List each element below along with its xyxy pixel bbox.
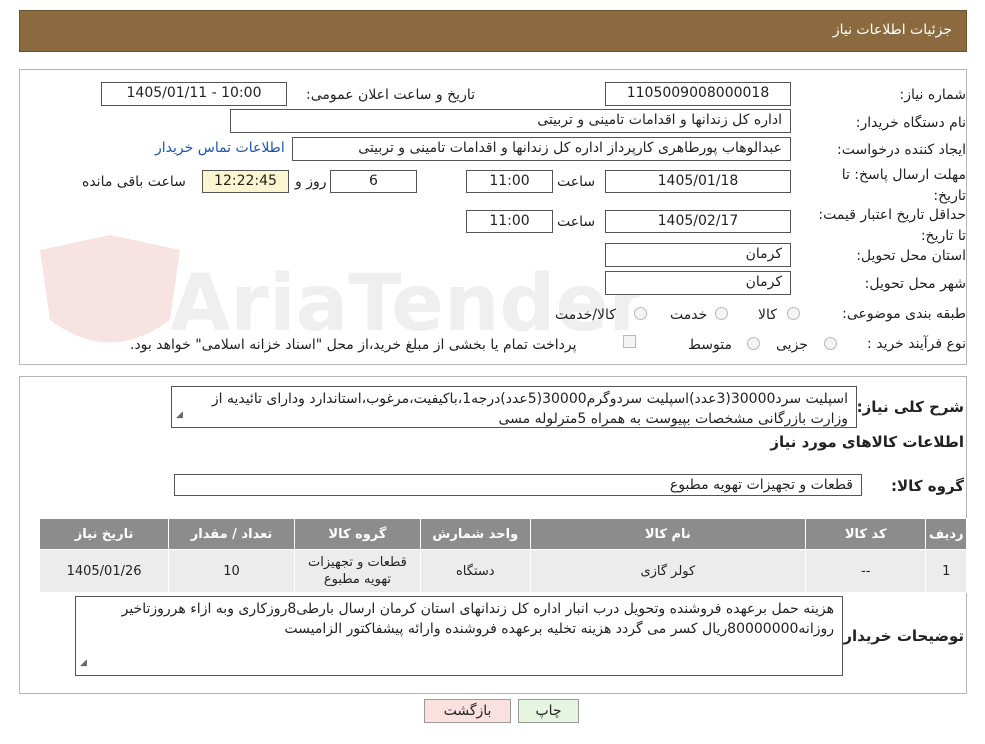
- creator-label: ایجاد کننده درخواست:: [837, 142, 966, 158]
- validity-date-field: 1405/02/17: [605, 210, 791, 233]
- goods-group-label: گروه کالا:: [891, 477, 964, 495]
- page-header: جزئیات اطلاعات نیاز: [19, 10, 967, 52]
- category-radio-goods[interactable]: [787, 307, 800, 320]
- process-radio-minor[interactable]: [824, 337, 837, 350]
- category-radio-service[interactable]: [715, 307, 728, 320]
- col-row-number: ردیف: [925, 518, 967, 550]
- buyer-contact-link[interactable]: اطلاعات تماس خریدار: [155, 140, 285, 156]
- reply-time-label: ساعت: [557, 174, 596, 190]
- col-item-name: نام کالا: [529, 518, 806, 550]
- reply-date-field: 1405/01/18: [605, 170, 791, 193]
- cell-need-date: 1405/01/26: [38, 549, 170, 593]
- cell-quantity: 10: [168, 549, 295, 593]
- cell-unit: دستگاه: [419, 549, 531, 593]
- process-option-minor: جزیی: [776, 337, 808, 353]
- remaining-time-field: 12:22:45: [202, 170, 289, 193]
- announce-label: تاریخ و ساعت اعلان عمومی:: [306, 87, 475, 103]
- buyer-org-label: نام دستگاه خریدار:: [855, 115, 966, 131]
- validity-label: حداقل تاریخ اعتبار قیمت: تا تاریخ:: [818, 207, 966, 244]
- col-unit: واحد شمارش: [419, 518, 531, 550]
- category-label: طبقه بندی موضوعی:: [842, 306, 966, 322]
- need-number-field: 1105009008000018: [605, 82, 791, 106]
- validity-time-label: ساعت: [557, 214, 596, 230]
- treasury-payment-checkbox[interactable]: [623, 335, 636, 348]
- goods-group-field: قطعات و تجهیزات تهویه مطبوع: [174, 474, 862, 496]
- remaining-label: ساعت باقی مانده: [82, 174, 186, 190]
- province-label: استان محل تحویل:: [856, 248, 966, 264]
- goods-info-title: اطلاعات کالاهای مورد نیاز: [770, 433, 964, 451]
- resize-grip-icon[interactable]: ◢: [80, 653, 87, 673]
- back-button[interactable]: بازگشت: [424, 699, 511, 723]
- cell-item-group: قطعات و تجهیزات تهویه مطبوع: [293, 549, 421, 593]
- summary-line-1: اسپلیت سرد30000(3عدد)اسپلیت سردوگرم30000…: [211, 391, 848, 407]
- city-field: کرمان: [605, 271, 791, 295]
- treasury-payment-note: پرداخت تمام یا بخشی از مبلغ خرید،از محل …: [130, 337, 577, 353]
- col-item-group: گروه کالا: [293, 518, 421, 550]
- cell-item-name: کولر گازی: [529, 549, 806, 593]
- col-quantity: تعداد / مقدار: [168, 518, 295, 550]
- days-remaining-field: 6: [330, 170, 417, 193]
- cell-item-code: --: [804, 549, 927, 593]
- category-option-goods: کالا: [758, 307, 777, 323]
- validity-time-field: 11:00: [466, 210, 553, 233]
- summary-textarea: اسپلیت سرد30000(3عدد)اسپلیت سردوگرم30000…: [171, 386, 857, 428]
- shield-icon: [40, 235, 180, 343]
- buyer-org-field: اداره کل زندانها و اقدامات تامینی و تربی…: [230, 109, 791, 133]
- days-label: روز و: [295, 174, 327, 190]
- cell-row-number: 1: [925, 549, 967, 593]
- process-radio-medium[interactable]: [747, 337, 760, 350]
- category-option-service: خدمت: [670, 307, 708, 323]
- reply-deadline-label: مهلت ارسال پاسخ: تا تاریخ:: [841, 167, 966, 204]
- items-table: ردیف کد کالا نام کالا واحد شمارش گروه کا…: [38, 518, 967, 593]
- province-field: کرمان: [605, 243, 791, 267]
- summary-line-2: وزارت بازرگانی مشخصات بپیوست به همراه 5م…: [498, 411, 848, 427]
- buyer-notes-textarea: هزینه حمل برعهده فروشنده وتحویل درب انبا…: [75, 596, 843, 676]
- resize-grip-icon[interactable]: ◢: [176, 405, 183, 425]
- category-option-goods-service: کالا/خدمت: [555, 307, 616, 323]
- buyer-notes-line-1: هزینه حمل برعهده فروشنده وتحویل درب انبا…: [121, 601, 834, 617]
- process-option-medium: متوسط: [688, 337, 732, 353]
- need-number-label: شماره نیاز:: [899, 87, 967, 103]
- col-item-code: کد کالا: [804, 518, 927, 550]
- category-radio-goods-service[interactable]: [634, 307, 647, 320]
- announce-field: 1405/01/11 - 10:00: [101, 82, 287, 106]
- watermark-text: AriaTender.neT: [170, 259, 640, 349]
- table-row: 1 -- کولر گازی دستگاه قطعات و تجهیزات ته…: [38, 549, 967, 593]
- buyer-notes-label: توضیحات خریدار:: [837, 627, 964, 645]
- summary-label: شرح کلی نیاز:: [856, 398, 964, 416]
- creator-field: عبدالوهاب پورطاهری کارپرداز اداره کل زند…: [292, 137, 791, 161]
- table-header-row: ردیف کد کالا نام کالا واحد شمارش گروه کا…: [38, 518, 967, 550]
- process-label: نوع فرآیند خرید :: [867, 336, 966, 352]
- print-button[interactable]: چاپ: [518, 699, 579, 723]
- page-title: جزئیات اطلاعات نیاز: [832, 22, 952, 38]
- buyer-notes-line-2: روزانه80000000ریال کسر می گردد هزینه تخل…: [284, 621, 834, 637]
- city-label: شهر محل تحویل:: [864, 276, 966, 292]
- reply-time-field: 11:00: [466, 170, 553, 193]
- col-need-date: تاریخ نیاز: [38, 518, 170, 550]
